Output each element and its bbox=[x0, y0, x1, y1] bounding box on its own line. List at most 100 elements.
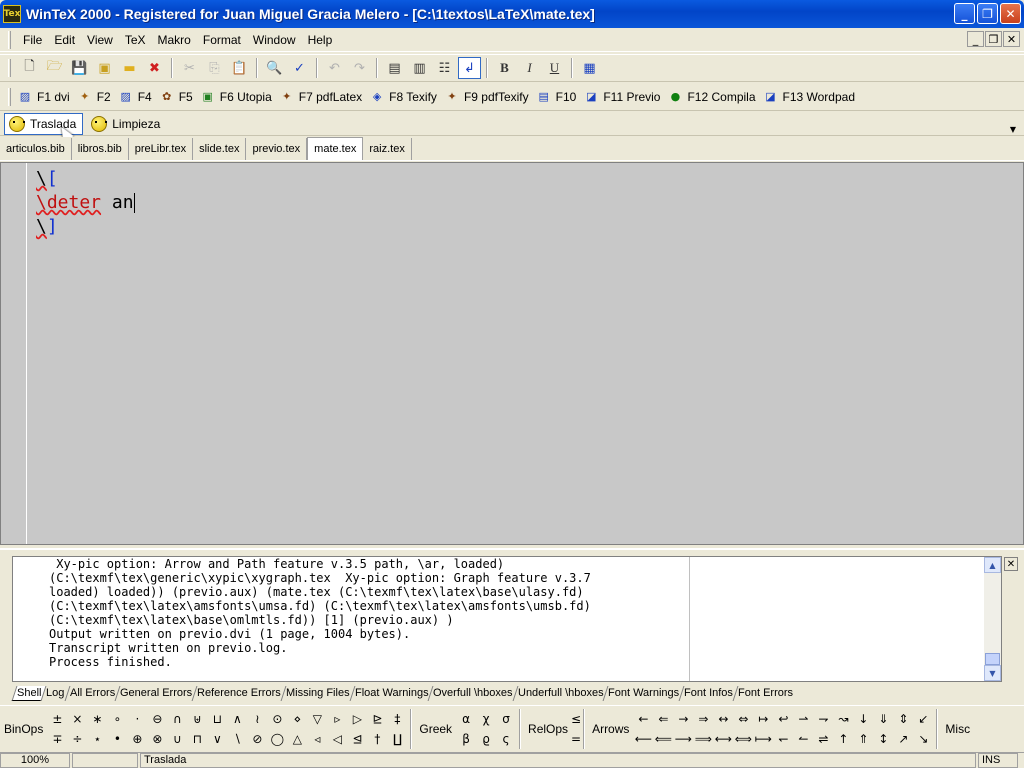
app-icon[interactable]: Tex bbox=[3, 5, 21, 23]
binop-symbol[interactable]: ▷ bbox=[347, 709, 367, 729]
spellcheck-icon[interactable]: ✓ bbox=[288, 57, 311, 79]
greek-symbol[interactable]: ϱ bbox=[476, 729, 496, 749]
arrow-symbol[interactable]: ↕ bbox=[873, 729, 893, 749]
save-icon[interactable]: 💾 bbox=[68, 57, 91, 79]
tab-articulos-bib[interactable]: articulos.bib bbox=[0, 138, 72, 160]
arrow-symbol[interactable]: ⟼ bbox=[753, 729, 773, 749]
maximize-button[interactable]: ❐ bbox=[977, 3, 998, 24]
f13-wordpad-button[interactable]: ◪ F13 Wordpad bbox=[763, 89, 855, 105]
menu-tex[interactable]: TeX bbox=[119, 33, 152, 47]
binop-symbol[interactable]: ⊴ bbox=[347, 729, 367, 749]
binop-symbol[interactable]: ∖ bbox=[227, 729, 247, 749]
mdi-close-button[interactable]: ✕ bbox=[1003, 31, 1020, 47]
save-all-icon[interactable]: ▣ bbox=[93, 57, 116, 79]
f10-button[interactable]: ▤ F10 bbox=[536, 89, 576, 105]
mdi-minimize-button[interactable]: _ bbox=[967, 31, 984, 47]
relops-symbol[interactable]: = bbox=[571, 729, 581, 749]
redo-icon[interactable]: ↷ bbox=[348, 57, 371, 79]
f8-texify-button[interactable]: ◈ F8 Texify bbox=[369, 89, 437, 105]
binop-symbol[interactable]: ⊘ bbox=[247, 729, 267, 749]
f2-button[interactable]: ✦ F2 bbox=[77, 89, 111, 105]
relops-symbol[interactable]: ≤ bbox=[571, 709, 581, 729]
new-file-icon[interactable]: 🗋 bbox=[18, 57, 41, 79]
open-folder-icon[interactable]: 🗁 bbox=[43, 57, 66, 79]
tab-font-infos[interactable]: Font Infos bbox=[678, 686, 738, 701]
arrow-symbol[interactable]: ⇁ bbox=[813, 709, 833, 729]
binop-symbol[interactable]: ⊔ bbox=[207, 709, 227, 729]
arrow-symbol[interactable]: ⟶ bbox=[673, 729, 693, 749]
binop-symbol[interactable]: ⊕ bbox=[127, 729, 147, 749]
table-icon[interactable]: ▦ bbox=[578, 57, 601, 79]
greek-symbol[interactable]: χ bbox=[476, 709, 496, 729]
binop-symbol[interactable]: ∧ bbox=[227, 709, 247, 729]
binop-symbol[interactable]: ◁ bbox=[327, 729, 347, 749]
binop-symbol[interactable]: ⋆ bbox=[87, 729, 107, 749]
arrow-symbol[interactable]: ⇑ bbox=[853, 729, 873, 749]
arrow-symbol[interactable]: ↓ bbox=[853, 709, 873, 729]
tab-libros-bib[interactable]: libros.bib bbox=[72, 138, 129, 160]
tab-slide-tex[interactable]: slide.tex bbox=[193, 138, 247, 160]
tab-font-warnings[interactable]: Font Warnings bbox=[602, 686, 684, 701]
menu-edit[interactable]: Edit bbox=[48, 33, 81, 47]
binop-symbol[interactable]: ≀ bbox=[247, 709, 267, 729]
find-icon[interactable]: 🔍 bbox=[263, 57, 286, 79]
bold-icon[interactable]: B bbox=[493, 57, 516, 79]
arrow-symbol[interactable]: ⟹ bbox=[693, 729, 713, 749]
f1-dvi-button[interactable]: ▨ F1 dvi bbox=[17, 89, 70, 105]
binop-symbol[interactable]: ∓ bbox=[47, 729, 67, 749]
greek-button[interactable]: Greek bbox=[415, 709, 456, 749]
arrow-symbol[interactable]: ↑ bbox=[833, 729, 853, 749]
limpieza-button[interactable]: Limpieza bbox=[87, 113, 166, 135]
close-button[interactable]: ✕ bbox=[1000, 3, 1021, 24]
binop-symbol[interactable]: ⊵ bbox=[367, 709, 387, 729]
binop-symbol[interactable]: ⊙ bbox=[267, 709, 287, 729]
binop-symbol[interactable]: ÷ bbox=[67, 729, 87, 749]
toolbar-grip[interactable] bbox=[8, 87, 11, 106]
greek-symbol[interactable]: σ bbox=[496, 709, 516, 729]
tab-reference-errors[interactable]: Reference Errors bbox=[191, 686, 286, 701]
menu-help[interactable]: Help bbox=[302, 33, 339, 47]
cut-icon[interactable]: ✂ bbox=[178, 57, 201, 79]
menu-file[interactable]: File bbox=[17, 33, 48, 47]
binop-symbol[interactable]: ⋄ bbox=[287, 709, 307, 729]
tree-icon[interactable]: ☷ bbox=[433, 57, 456, 79]
arrow-symbol[interactable]: ⇌ bbox=[813, 729, 833, 749]
arrow-symbol[interactable]: ↝ bbox=[833, 709, 853, 729]
notes-icon[interactable]: ▥ bbox=[408, 57, 431, 79]
scroll-up-icon[interactable]: ▲ bbox=[984, 557, 1001, 573]
binop-symbol[interactable]: ▹ bbox=[327, 709, 347, 729]
scroll-thumb[interactable] bbox=[985, 653, 1000, 665]
scroll-down-icon[interactable]: ▼ bbox=[984, 665, 1001, 681]
binop-symbol[interactable]: ▽ bbox=[307, 709, 327, 729]
menu-window[interactable]: Window bbox=[247, 33, 302, 47]
tab-overfull-hboxes[interactable]: Overfull \hboxes bbox=[427, 686, 518, 701]
binop-symbol[interactable]: ∩ bbox=[167, 709, 187, 729]
underline-icon[interactable]: U bbox=[543, 57, 566, 79]
tab-float-warnings[interactable]: Float Warnings bbox=[349, 686, 433, 701]
arrow-symbol[interactable]: ⇕ bbox=[893, 709, 913, 729]
binops-button[interactable]: BinOps bbox=[0, 709, 47, 749]
title-bar[interactable]: Tex WinTeX 2000 - Registered for Juan Mi… bbox=[0, 0, 1024, 28]
f11-previo-button[interactable]: ◪ F11 Previo bbox=[583, 89, 660, 105]
menu-grip[interactable] bbox=[8, 30, 11, 49]
binop-symbol[interactable]: ‡ bbox=[387, 709, 407, 729]
arrow-symbol[interactable]: ← bbox=[633, 709, 653, 729]
arrow-symbol[interactable]: ↼ bbox=[793, 729, 813, 749]
arrow-symbol[interactable]: ⇔ bbox=[733, 709, 753, 729]
binop-symbol[interactable]: · bbox=[127, 709, 147, 729]
f6-utopia-button[interactable]: ▣ F6 Utopia bbox=[200, 89, 272, 105]
binop-symbol[interactable]: ⊗ bbox=[147, 729, 167, 749]
f4-button[interactable]: ▨ F4 bbox=[118, 89, 152, 105]
relops-button[interactable]: RelOps bbox=[524, 709, 572, 749]
tab-raiz-tex[interactable]: raiz.tex bbox=[363, 138, 412, 160]
menu-format[interactable]: Format bbox=[197, 33, 247, 47]
arrow-symbol[interactable]: ⇐ bbox=[653, 709, 673, 729]
minimize-button[interactable]: _ bbox=[954, 3, 975, 24]
arrow-symbol[interactable]: ↩ bbox=[773, 709, 793, 729]
f7-pdflatex-button[interactable]: ✦ F7 pdfLatex bbox=[279, 89, 362, 105]
undo-icon[interactable]: ↶ bbox=[323, 57, 346, 79]
paste-icon[interactable]: 📋 bbox=[228, 57, 251, 79]
document-icon[interactable]: ▤ bbox=[383, 57, 406, 79]
binop-symbol[interactable]: ∪ bbox=[167, 729, 187, 749]
binop-symbol[interactable]: ∐ bbox=[387, 729, 407, 749]
